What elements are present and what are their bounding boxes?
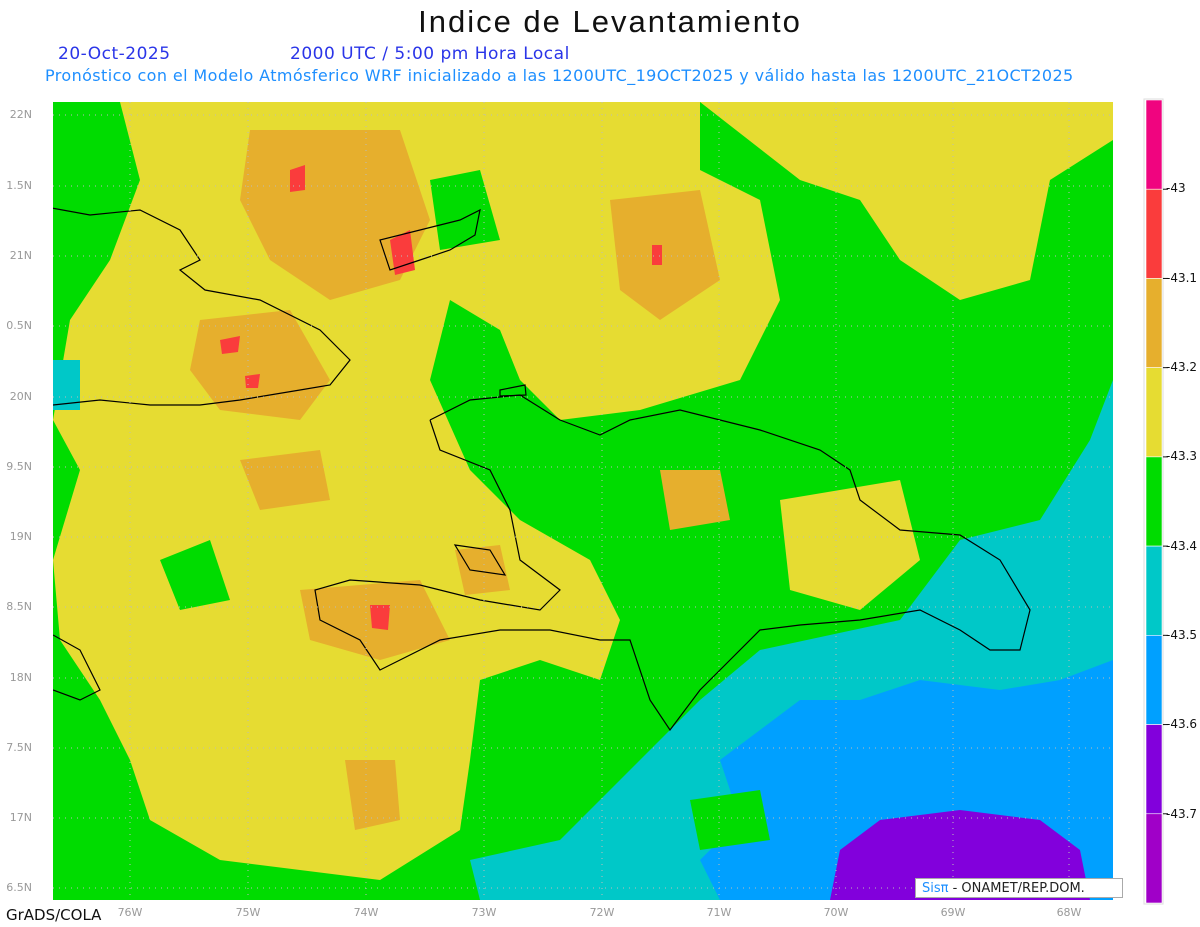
lat-label: 17N	[9, 811, 32, 824]
colorbar-label: -43.7	[1166, 807, 1198, 821]
lat-label: 9.5N	[6, 460, 32, 473]
credit-text: - ONAMET/REP.DOM.	[948, 881, 1085, 896]
sis-logo: Sisπ	[922, 881, 949, 896]
colorbar-segment	[1145, 456, 1163, 547]
colorbar	[1143, 98, 1168, 905]
lat-label: 19N	[9, 530, 32, 543]
colorbar-segment	[1145, 367, 1163, 458]
colorbar-label: -43.6	[1166, 717, 1198, 731]
lon-label: 75W	[235, 906, 261, 919]
credit-box: Sisπ - ONAMET/REP.DOM.	[915, 878, 1123, 898]
colorbar-label: -43.3	[1166, 449, 1198, 463]
colorbar-segment	[1145, 99, 1163, 190]
lat-label: 0.5N	[6, 319, 32, 332]
colorbar-segment	[1145, 545, 1163, 636]
lon-label: 70W	[823, 906, 849, 919]
colorbar-segment	[1145, 635, 1163, 725]
field-shading	[53, 102, 1113, 900]
colorbar-segment	[1145, 724, 1163, 815]
lifted-index-map	[53, 98, 1168, 905]
lat-label: 20N	[9, 390, 32, 403]
lon-label: 76W	[117, 906, 143, 919]
lat-label: 7.5N	[6, 741, 32, 754]
lon-label: 73W	[471, 906, 497, 919]
lon-label: 72W	[589, 906, 615, 919]
colorbar-segment	[1145, 813, 1163, 904]
lon-label: 69W	[940, 906, 966, 919]
colorbar-label: -43	[1166, 181, 1186, 195]
lon-label: 68W	[1056, 906, 1082, 919]
lon-label: 74W	[353, 906, 379, 919]
colorbar-segment	[1145, 188, 1163, 279]
colorbar-label: -43.2	[1166, 360, 1198, 374]
colorbar-segment	[1145, 278, 1163, 368]
lat-label: 18N	[9, 671, 32, 684]
colorbar-label: -43.1	[1166, 271, 1198, 285]
lat-label: 21N	[9, 249, 32, 262]
colorbar-label: -43.4	[1166, 539, 1198, 553]
colorbar-label: -43.5	[1166, 628, 1198, 642]
lat-label: 6.5N	[6, 881, 32, 894]
lat-label: 1.5N	[6, 179, 32, 192]
lat-label: 22N	[9, 108, 32, 121]
lat-label: 8.5N	[6, 600, 32, 613]
software-credit: GrADS/COLA	[6, 906, 102, 924]
lon-label: 71W	[706, 906, 732, 919]
